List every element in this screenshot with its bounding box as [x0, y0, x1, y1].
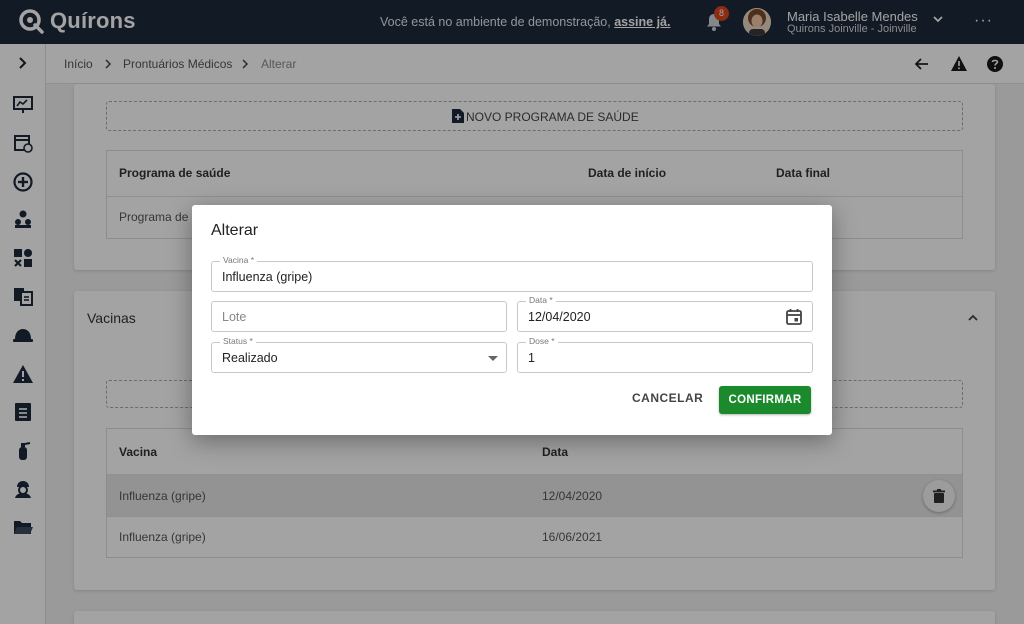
confirm-button[interactable]: CONFIRMAR — [719, 386, 811, 414]
date-field-label: Data * — [526, 295, 556, 305]
date-field-value: 12/04/2020 — [528, 310, 591, 324]
dose-field-value: 1 — [528, 351, 535, 365]
edit-dialog: Alterar Vacina * Influenza (gripe) Lote … — [192, 205, 832, 435]
lote-placeholder: Lote — [222, 310, 247, 324]
status-field-value: Realizado — [222, 351, 278, 365]
dialog-title: Alterar — [211, 222, 259, 239]
lote-field[interactable]: Lote — [211, 301, 507, 332]
cancel-button[interactable]: CANCELAR — [632, 391, 703, 405]
vaccine-field-label: Vacina * — [220, 255, 258, 265]
dose-field[interactable]: Dose * 1 — [517, 336, 813, 373]
calendar-icon[interactable] — [785, 308, 803, 326]
vaccine-field[interactable]: Vacina * Influenza (gripe) — [211, 255, 813, 292]
date-field[interactable]: Data * 12/04/2020 — [517, 295, 813, 332]
dose-field-label: Dose * — [526, 336, 558, 346]
status-field-label: Status * — [220, 336, 256, 346]
status-select[interactable]: Status * Realizado — [211, 336, 507, 373]
dropdown-arrow-icon — [488, 356, 498, 361]
vaccine-field-value: Influenza (gripe) — [222, 270, 313, 284]
